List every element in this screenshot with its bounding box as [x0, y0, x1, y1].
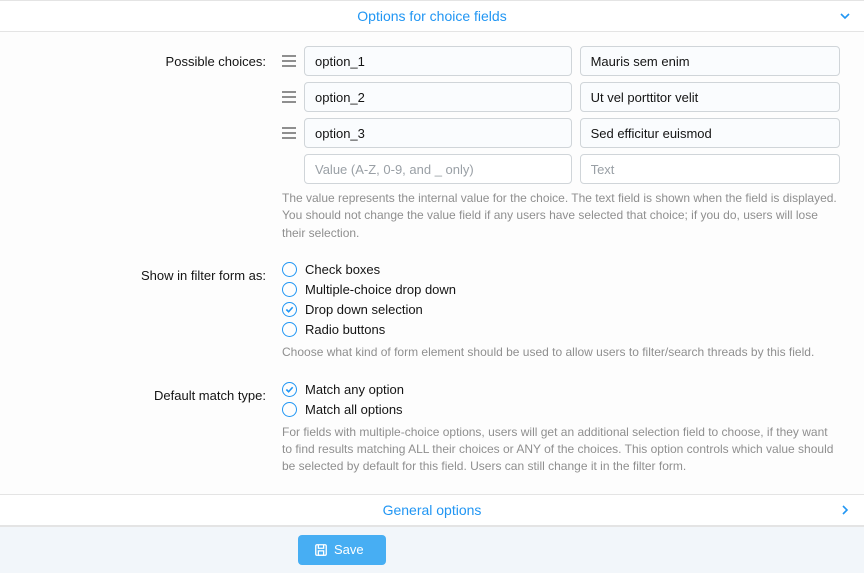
radio-multi-dropdown[interactable]: Multiple-choice drop down — [282, 280, 840, 300]
radio-icon — [282, 282, 297, 297]
label-possible-choices: Possible choices: — [0, 46, 282, 242]
chevron-right-icon — [840, 505, 850, 515]
match-options-container: Match any option Match all options For f… — [282, 380, 864, 476]
choice-value-input[interactable] — [304, 118, 572, 148]
radio-label: Radio buttons — [305, 322, 385, 337]
radio-icon — [282, 322, 297, 337]
save-icon — [314, 543, 328, 557]
choice-value-input[interactable] — [304, 82, 572, 112]
possible-choices-container: The value represents the internal value … — [282, 46, 864, 242]
filter-options-container: Check boxes Multiple-choice drop down Dr… — [282, 260, 864, 361]
drag-handle-icon[interactable] — [282, 55, 296, 67]
save-button[interactable]: Save — [298, 535, 386, 565]
label-match-type: Default match type: — [0, 380, 282, 476]
form-body: Possible choices: — [0, 32, 864, 494]
help-text: Choose what kind of form element should … — [282, 344, 840, 361]
radio-match-any[interactable]: Match any option — [282, 380, 840, 400]
choice-value-input[interactable] — [304, 46, 572, 76]
radio-label: Match any option — [305, 382, 404, 397]
choice-text-input[interactable] — [580, 46, 840, 76]
save-label: Save — [334, 542, 364, 557]
section-title: Options for choice fields — [357, 8, 506, 24]
choice-text-input[interactable] — [580, 82, 840, 112]
section-title: General options — [383, 502, 482, 518]
drag-handle-icon[interactable] — [282, 127, 296, 139]
radio-checkboxes[interactable]: Check boxes — [282, 260, 840, 280]
radio-dropdown[interactable]: Drop down selection — [282, 300, 840, 320]
chevron-down-icon — [840, 11, 850, 21]
section-header-choice-fields[interactable]: Options for choice fields — [0, 0, 864, 32]
choice-text-input[interactable] — [580, 118, 840, 148]
footer: Save — [0, 526, 864, 573]
radio-label: Match all options — [305, 402, 403, 417]
choice-row — [282, 82, 840, 112]
radio-match-all[interactable]: Match all options — [282, 400, 840, 420]
radio-label: Drop down selection — [305, 302, 423, 317]
choice-row-new — [282, 154, 840, 184]
radio-icon — [282, 262, 297, 277]
label-filter-form: Show in filter form as: — [0, 260, 282, 361]
choice-row — [282, 46, 840, 76]
section-header-general-options[interactable]: General options — [0, 494, 864, 526]
radio-label: Multiple-choice drop down — [305, 282, 456, 297]
help-text: For fields with multiple-choice options,… — [282, 424, 840, 476]
radio-icon — [282, 402, 297, 417]
radio-label: Check boxes — [305, 262, 380, 277]
help-text: The value represents the internal value … — [282, 190, 840, 242]
drag-handle-icon[interactable] — [282, 91, 296, 103]
choice-row — [282, 118, 840, 148]
radio-icon — [282, 382, 297, 397]
radio-radiobuttons[interactable]: Radio buttons — [282, 320, 840, 340]
choice-text-input-new[interactable] — [580, 154, 840, 184]
choice-value-input-new[interactable] — [304, 154, 572, 184]
radio-icon — [282, 302, 297, 317]
